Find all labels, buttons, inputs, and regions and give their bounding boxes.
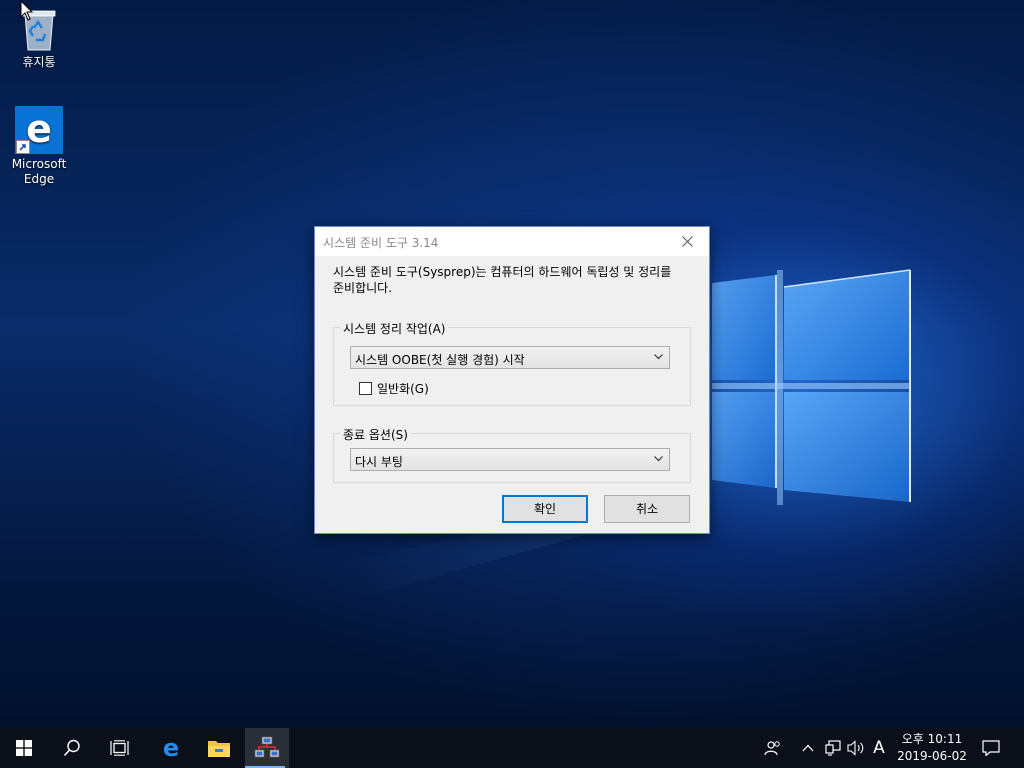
chevron-up-icon xyxy=(802,744,814,752)
notification-icon xyxy=(982,740,1000,756)
clock-time: 오후 10:11 xyxy=(901,732,963,746)
shutdown-options-group: 종료 옵션(S) 다시 부팅 xyxy=(333,426,691,483)
dialog-titlebar[interactable]: 시스템 준비 도구 3.14 xyxy=(315,227,709,256)
shutdown-options-label: 종료 옵션(S) xyxy=(340,426,411,443)
generalize-option[interactable]: 일반화(G) xyxy=(359,380,429,397)
volume-button[interactable] xyxy=(845,728,867,768)
generalize-label: 일반화(G) xyxy=(377,382,429,396)
desktop-icon-label: Edge xyxy=(23,172,55,186)
people-icon xyxy=(764,741,780,756)
cleanup-action-group: 시스템 정리 작업(A) 시스템 OOBE(첫 실행 경험) 시작 일반화(G) xyxy=(333,320,691,406)
generalize-checkbox[interactable] xyxy=(359,382,372,395)
desktop-icon-label: Microsoft xyxy=(11,157,67,171)
speaker-icon xyxy=(847,740,864,756)
desktop-icon-label: 휴지통 xyxy=(22,55,56,69)
edge-icon: e xyxy=(15,106,63,154)
dialog-description: 시스템 준비 도구(Sysprep)는 컴퓨터의 하드웨어 독립성 및 정리를 … xyxy=(333,264,693,296)
taskbar-file-explorer-button[interactable] xyxy=(195,728,243,768)
edge-icon: e xyxy=(162,734,180,762)
dialog-title: 시스템 준비 도구 3.14 xyxy=(323,236,439,250)
shutdown-options-dropdown[interactable]: 다시 부팅 xyxy=(350,448,670,471)
search-button[interactable] xyxy=(48,728,96,768)
file-explorer-icon xyxy=(208,741,230,757)
network-icon xyxy=(825,740,841,756)
show-hidden-icons-button[interactable] xyxy=(798,728,818,768)
description-line: 준비합니다. xyxy=(333,281,393,295)
chevron-down-icon xyxy=(654,354,663,360)
taskbar-sysprep-button[interactable] xyxy=(245,728,289,768)
close-icon xyxy=(681,236,693,247)
network-setup-icon xyxy=(254,736,280,758)
task-view-icon xyxy=(110,740,129,756)
shutdown-options-selected: 다시 부팅 xyxy=(355,455,403,469)
cleanup-action-selected: 시스템 OOBE(첫 실행 경험) 시작 xyxy=(355,353,525,367)
task-view-button[interactable] xyxy=(96,728,144,768)
cancel-button[interactable]: 취소 xyxy=(604,495,690,523)
clock[interactable]: 오후 10:11 2019-06-02 xyxy=(893,731,971,765)
taskbar-edge-button[interactable]: e xyxy=(147,728,195,768)
network-status-button[interactable] xyxy=(822,728,844,768)
ok-button[interactable]: 확인 xyxy=(502,495,588,523)
chevron-down-icon xyxy=(654,456,663,462)
people-button[interactable] xyxy=(760,728,786,768)
mouse-cursor-icon xyxy=(20,0,34,21)
taskbar: e A 오후 10:11 2019-06-02 xyxy=(0,728,1024,768)
shortcut-arrow-icon xyxy=(16,140,30,154)
start-button[interactable] xyxy=(0,728,48,768)
close-button[interactable] xyxy=(665,227,709,256)
sysprep-dialog: 시스템 준비 도구 3.14 시스템 준비 도구(Sysprep)는 컴퓨터의 … xyxy=(314,226,710,534)
cleanup-action-label: 시스템 정리 작업(A) xyxy=(340,320,449,337)
start-icon xyxy=(16,740,32,756)
desktop-icon-recycle-bin[interactable]: 휴지통 xyxy=(1,6,77,70)
description-line: 시스템 준비 도구(Sysprep)는 컴퓨터의 하드웨어 독립성 및 정리를 xyxy=(333,265,672,279)
cleanup-action-dropdown[interactable]: 시스템 OOBE(첫 실행 경험) 시작 xyxy=(350,346,670,369)
search-icon xyxy=(63,739,80,757)
input-method-indicator[interactable]: A xyxy=(869,728,889,768)
action-center-button[interactable] xyxy=(978,728,1004,768)
desktop-icon-microsoft-edge[interactable]: e Microsoft Edge xyxy=(1,106,77,187)
clock-date: 2019-06-02 xyxy=(897,749,967,763)
